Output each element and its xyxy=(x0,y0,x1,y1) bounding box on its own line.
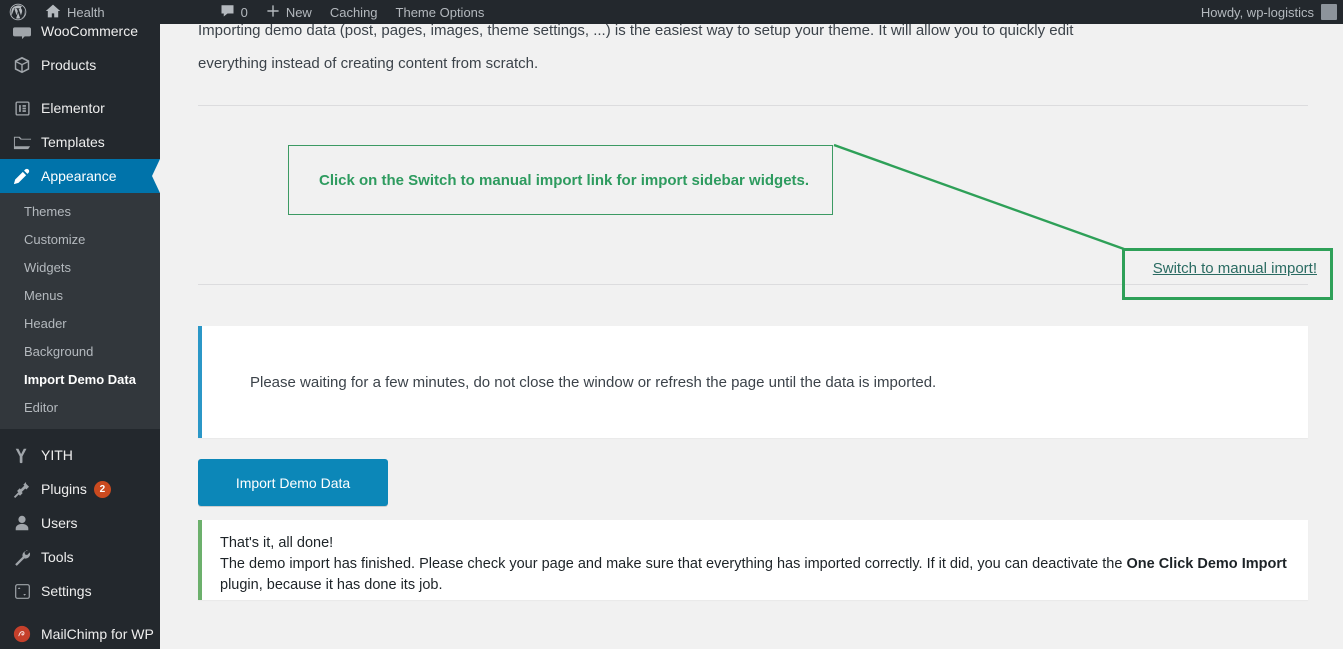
main-content: Importing demo data (post, pages, images… xyxy=(160,0,1343,649)
comments-menu[interactable]: 0 xyxy=(211,0,257,24)
plug-icon xyxy=(12,479,32,499)
sidebar-item-elementor[interactable]: Elementor xyxy=(0,91,160,125)
sidebar-item-label: Appearance xyxy=(41,168,117,184)
wordpress-logo-menu[interactable] xyxy=(0,0,36,24)
site-name-label: Health xyxy=(67,4,105,20)
sidebar-subitem-editor[interactable]: Editor xyxy=(0,394,160,422)
caching-label: Caching xyxy=(329,4,378,20)
sidebar-item-label: Tools xyxy=(41,549,74,565)
wait-notice: Please waiting for a few minutes, do not… xyxy=(198,326,1308,438)
sidebar-subitem-background[interactable]: Background xyxy=(0,338,160,366)
site-name-menu[interactable]: Health xyxy=(36,0,114,24)
plugins-update-badge: 2 xyxy=(93,480,111,498)
intro-line-1: Importing demo data (post, pages, images… xyxy=(198,22,1074,39)
wrench-icon xyxy=(12,547,32,567)
sidebar-item-users[interactable]: Users xyxy=(0,506,160,540)
yith-icon xyxy=(12,445,32,465)
success-notice: That's it, all done! The demo import has… xyxy=(198,520,1308,600)
sidebar-item-yith[interactable]: YITH xyxy=(0,438,160,472)
mailchimp-icon xyxy=(12,624,32,644)
sidebar-item-plugins[interactable]: Plugins 2 xyxy=(0,472,160,506)
sidebar-item-label: WooCommerce xyxy=(41,23,138,39)
comment-bubble-icon xyxy=(220,3,235,21)
sidebar-item-label: Plugins xyxy=(41,481,87,497)
sidebar-subitem-widgets[interactable]: Widgets xyxy=(0,254,160,282)
wordpress-logo-icon xyxy=(9,3,27,21)
plugin-name-bold: One Click Demo Import xyxy=(1126,556,1287,572)
wordpress-admin-screen: WooCommerce Products Elementor Templates xyxy=(0,0,1343,649)
sidebar-item-label: Settings xyxy=(41,583,92,599)
success-body-part-2: plugin, because it has done its job. xyxy=(220,577,443,593)
sidebar-subitem-import-demo-data[interactable]: Import Demo Data xyxy=(0,366,160,394)
howdy-label: Howdy, wp-logistics xyxy=(1200,4,1314,20)
sidebar-item-settings[interactable]: Settings xyxy=(0,574,160,608)
annotation-text: Click on the Switch to manual import lin… xyxy=(319,171,810,189)
current-menu-arrow-icon xyxy=(152,159,160,193)
caching-menu[interactable]: Caching xyxy=(321,0,387,24)
new-content-menu[interactable]: New xyxy=(257,0,321,24)
annotation-callout-box: Click on the Switch to manual import lin… xyxy=(288,145,833,215)
divider-top xyxy=(198,105,1308,106)
annotation-highlight-rect xyxy=(1122,248,1333,300)
intro-line-2: everything instead of creating content f… xyxy=(198,55,539,72)
import-demo-data-button[interactable]: Import Demo Data xyxy=(198,459,388,506)
sidebar-item-label: MailChimp for WP xyxy=(41,626,154,642)
sidebar-item-products[interactable]: Products xyxy=(0,48,160,82)
success-body-part-1: The demo import has finished. Please che… xyxy=(220,556,1127,572)
sidebar-item-templates[interactable]: Templates xyxy=(0,125,160,159)
plus-icon xyxy=(266,4,280,21)
sidebar-item-appearance[interactable]: Appearance xyxy=(0,159,160,193)
admin-sidebar: WooCommerce Products Elementor Templates xyxy=(0,0,160,649)
sidebar-separator xyxy=(0,82,160,91)
sidebar-subitem-themes[interactable]: Themes xyxy=(0,198,160,226)
new-label: New xyxy=(285,4,312,20)
comments-count: 0 xyxy=(240,4,248,20)
account-menu[interactable]: Howdy, wp-logistics xyxy=(1192,0,1343,24)
user-avatar-icon xyxy=(1321,4,1337,20)
theme-options-label: Theme Options xyxy=(395,4,485,20)
sidebar-separator xyxy=(0,608,160,617)
sidebar-subitem-customize[interactable]: Customize xyxy=(0,226,160,254)
sidebar-separator xyxy=(0,429,160,438)
success-notice-body: The demo import has finished. Please che… xyxy=(220,554,1292,596)
sidebar-item-label: Users xyxy=(41,515,78,531)
sidebar-item-label: YITH xyxy=(41,447,73,463)
products-box-icon xyxy=(12,55,32,75)
admin-bar: Health 0 New Caching Theme Options Howdy… xyxy=(0,0,1343,24)
sidebar-item-label: Templates xyxy=(41,134,105,150)
sidebar-item-tools[interactable]: Tools xyxy=(0,540,160,574)
wait-notice-text: Please waiting for a few minutes, do not… xyxy=(250,373,937,391)
folder-icon xyxy=(12,132,32,152)
woocommerce-icon xyxy=(12,21,32,41)
sidebar-item-mailchimp-for-wp[interactable]: MailChimp for WP xyxy=(0,617,160,649)
sidebar-subitem-menus[interactable]: Menus xyxy=(0,282,160,310)
sidebar-item-label: Products xyxy=(41,57,97,73)
home-icon xyxy=(45,3,61,22)
user-icon xyxy=(12,513,32,533)
paintbrush-icon xyxy=(12,166,32,186)
sidebar-subitem-header[interactable]: Header xyxy=(0,310,160,338)
theme-options-menu[interactable]: Theme Options xyxy=(387,0,494,24)
success-notice-title: That's it, all done! xyxy=(220,535,334,551)
sliders-icon xyxy=(12,581,32,601)
appearance-submenu: Themes Customize Widgets Menus Header Ba… xyxy=(0,193,160,429)
elementor-icon xyxy=(12,98,32,118)
sidebar-item-label: Elementor xyxy=(41,100,105,116)
